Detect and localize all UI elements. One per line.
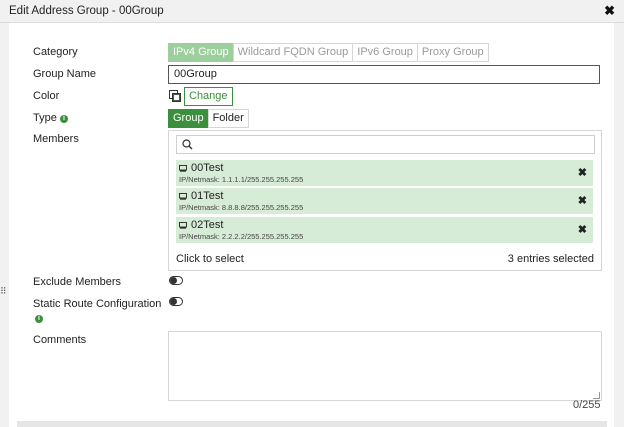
comments-label: Comments [33,334,87,346]
remove-member-icon[interactable]: ✖ [578,166,587,179]
member-name: 00Test [191,162,224,174]
member-item[interactable]: 02Test IP/Netmask: 2.2.2.2/255.255.255.2… [176,217,593,243]
comments-char-counter: 0/255 [573,399,601,411]
category-option-proxy[interactable]: Proxy Group [416,43,489,62]
category-option-wildcard-fqdn[interactable]: Wildcard FQDN Group [232,43,354,62]
type-label-text: Type [33,112,57,124]
type-option-group[interactable]: Group [168,109,209,128]
address-icon [179,193,187,200]
member-subnet: IP/Netmask: 8.8.8.8/255.255.255.255 [179,203,304,212]
dialog-body: Category IPv4 Group Wildcard FQDN Group … [9,23,614,427]
member-item[interactable]: 00Test IP/Netmask: 1.1.1.1/255.255.255.2… [176,160,593,186]
group-name-input[interactable]: 00Group [168,65,600,84]
category-option-ipv4[interactable]: IPv4 Group [168,43,234,62]
dialog-header: Edit Address Group - 00Group ✖ [0,0,624,23]
member-name: 02Test [191,219,224,231]
member-subnet: IP/Netmask: 1.1.1.1/255.255.255.255 [179,175,304,184]
entries-selected-count: 3 entries selected [507,253,594,265]
resize-handle-icon[interactable] [593,392,600,399]
click-to-select-link[interactable]: Click to select [176,253,244,265]
exclude-members-toggle[interactable] [169,276,183,285]
address-icon [179,165,187,172]
drag-handle-icon[interactable]: ⠿ [0,286,7,297]
remove-member-icon[interactable]: ✖ [578,194,587,207]
remove-member-icon[interactable]: ✖ [578,223,587,236]
category-selector: IPv4 Group Wildcard FQDN Group IPv6 Grou… [168,43,489,62]
footer-bar [17,421,607,427]
member-name: 01Test [191,190,224,202]
color-label: Color [33,90,60,102]
change-color-button[interactable]: Change [184,87,233,106]
address-icon [179,222,187,229]
members-label: Members [33,133,79,145]
info-icon[interactable]: i [59,115,68,123]
members-search-input[interactable] [176,135,595,154]
static-route-label: Static Route Configuration [33,298,162,310]
type-selector: Group Folder [168,109,249,128]
dialog-title: Edit Address Group - 00Group [9,5,164,17]
category-option-ipv6[interactable]: IPv6 Group [352,43,418,62]
category-label: Category [33,46,78,58]
close-icon[interactable]: ✖ [604,3,615,19]
type-option-folder[interactable]: Folder [207,109,249,128]
search-icon [182,139,193,150]
member-item[interactable]: 01Test IP/Netmask: 8.8.8.8/255.255.255.2… [176,188,593,214]
group-name-label: Group Name [33,68,96,80]
info-icon[interactable]: i [35,315,43,323]
static-route-toggle[interactable] [169,297,183,306]
member-subnet: IP/Netmask: 2.2.2.2/255.255.255.255 [179,232,304,241]
type-label: Type i [33,112,68,124]
exclude-members-label: Exclude Members [33,276,122,288]
color-swatch-icon [169,90,181,102]
members-list: 00Test IP/Netmask: 1.1.1.1/255.255.255.2… [168,130,602,271]
comments-textarea[interactable] [168,331,602,401]
